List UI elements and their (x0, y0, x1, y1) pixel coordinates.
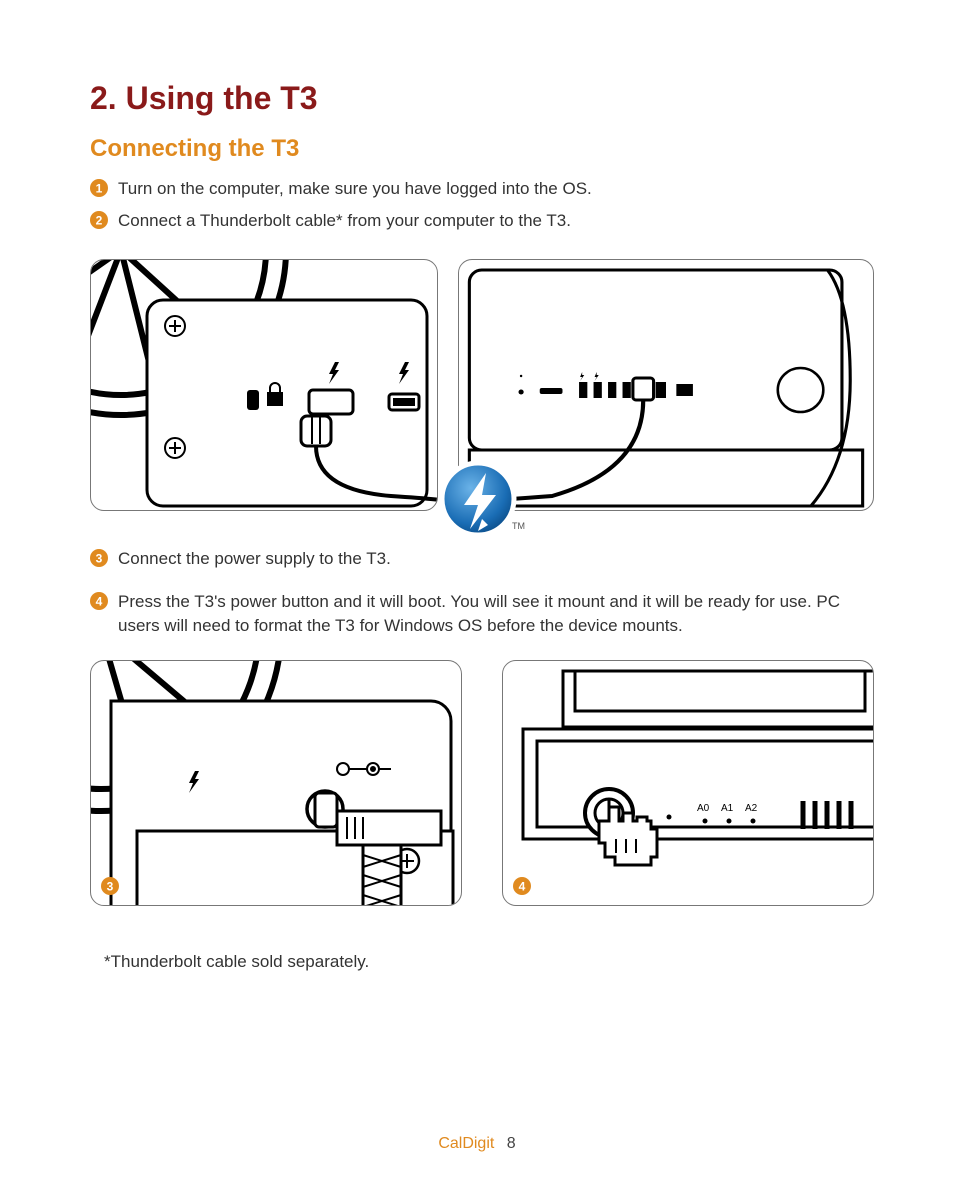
badge-4-icon: 4 (90, 592, 108, 610)
footnote: *Thunderbolt cable sold separately. (104, 952, 874, 972)
svg-text:1: 1 (96, 182, 103, 196)
svg-text:2: 2 (96, 213, 103, 227)
page-footer: CalDigit 8 (0, 1135, 954, 1153)
step-1-text: Turn on the computer, make sure you have… (118, 177, 874, 201)
svg-text:4: 4 (96, 595, 103, 609)
svg-text:4: 4 (519, 879, 526, 893)
svg-text:3: 3 (96, 551, 103, 565)
badge-3-icon: 3 (90, 549, 108, 567)
svg-text:A0: A0 (697, 803, 710, 814)
illustration-power-button: A0 A1 A2 4 (502, 660, 874, 906)
step-2-text: Connect a Thunderbolt cable* from your c… (118, 209, 874, 233)
footer-page-number: 8 (507, 1135, 516, 1152)
step-4: 4 Press the T3's power button and it wil… (90, 590, 874, 638)
corner-badge-4-icon: 4 (513, 877, 531, 895)
step-3-text: Connect the power supply to the T3. (118, 547, 874, 571)
svg-text:A2: A2 (745, 803, 758, 814)
illustration-row-2: 3 A0 A1 A2 (90, 660, 874, 906)
illustration-power: 3 (90, 660, 462, 906)
thunderbolt-logo-icon: TM (438, 459, 526, 547)
step-3: 3 Connect the power supply to the T3. (90, 547, 874, 571)
svg-text:TM: TM (512, 521, 525, 531)
footer-brand: CalDigit (438, 1135, 494, 1152)
illustration-row-1: TM (90, 259, 874, 511)
corner-badge-3-icon: 3 (101, 877, 119, 895)
svg-text:A1: A1 (721, 803, 734, 814)
step-2: 2 Connect a Thunderbolt cable* from your… (90, 209, 874, 233)
cursor-hand-icon (599, 807, 657, 865)
section-heading: 2. Using the T3 (90, 80, 874, 117)
svg-text:3: 3 (107, 879, 114, 893)
step-1: 1 Turn on the computer, make sure you ha… (90, 177, 874, 201)
badge-2-icon: 2 (90, 211, 108, 229)
subsection-heading: Connecting the T3 (90, 135, 874, 163)
illustration-t3-back (90, 259, 438, 511)
step-4-text: Press the T3's power button and it will … (118, 590, 874, 638)
badge-1-icon: 1 (90, 179, 108, 197)
